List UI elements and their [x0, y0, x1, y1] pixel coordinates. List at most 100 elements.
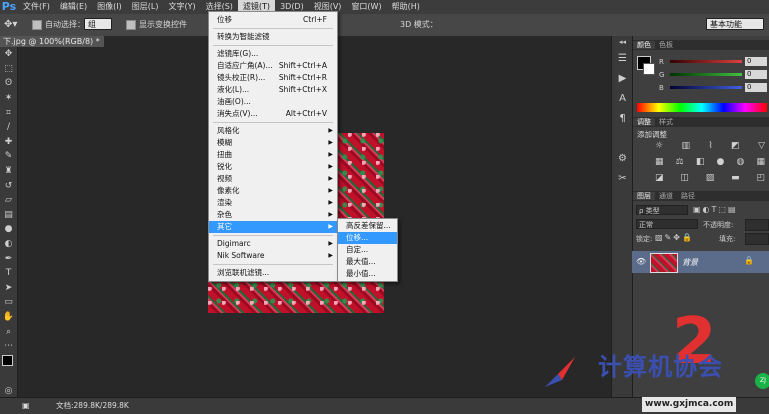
filter-menu-item[interactable]: 像素化 ▶ [209, 185, 337, 197]
color-balance-icon[interactable]: ⚖ [676, 157, 684, 167]
filter-menu-item[interactable]: 视频 ▶ [209, 173, 337, 185]
history-icon[interactable]: ☰ [612, 48, 633, 68]
hand-icon[interactable]: ✋ [0, 310, 17, 325]
color-spectrum[interactable] [637, 103, 767, 112]
pen-icon[interactable]: ✒ [0, 251, 17, 266]
filter-menu-item[interactable]: 油画(O)... [209, 96, 337, 108]
value-r[interactable]: 0 [745, 57, 767, 66]
mixer-icon[interactable]: ◍ [736, 157, 744, 167]
quick-mask-icon[interactable]: ◎ [0, 383, 17, 398]
filter-menu-item[interactable]: 位移 Ctrl+F [209, 14, 337, 26]
filter-menu-item[interactable]: Nik Software ▶ [209, 250, 337, 262]
lookup-icon[interactable]: ▦ [756, 157, 765, 167]
filter-menu-item[interactable]: 滤镜库(G)... [209, 48, 337, 60]
submenu-item[interactable]: 最小值... [338, 268, 397, 280]
filter-menu-item[interactable]: 液化(L)... Shift+Ctrl+X [209, 84, 337, 96]
menu-type[interactable]: 文字(Y) [163, 0, 200, 14]
hue-sat-icon[interactable]: ▦ [655, 157, 664, 167]
filter-menu-item[interactable]: 渲染 ▶ [209, 197, 337, 209]
auto-select-dropdown[interactable]: 组 [84, 18, 112, 30]
slider-b-track[interactable] [670, 86, 742, 89]
menu-window[interactable]: 窗口(W) [346, 0, 386, 14]
tab-adjustments[interactable]: 调整 [633, 118, 655, 126]
filter-menu-item[interactable]: 浏览联机滤镜... [209, 267, 337, 279]
photo-filter-icon[interactable]: ● [716, 157, 724, 167]
opacity-input[interactable] [745, 219, 769, 231]
slider-r[interactable]: R 0 [633, 57, 769, 67]
curves-icon[interactable]: ⌇ [708, 141, 712, 151]
properties-icon[interactable]: ⚙ [612, 148, 633, 168]
lock-icons[interactable]: ▨✎✥🔒 [655, 233, 694, 242]
type-icon[interactable]: T [0, 266, 17, 281]
slider-b[interactable]: B 0 [633, 83, 769, 93]
filter-menu-item[interactable]: 杂色 ▶ [209, 209, 337, 221]
actions-icon[interactable]: ▶ [612, 68, 633, 88]
menu-help[interactable]: 帮助(H) [387, 0, 425, 14]
menu-edit[interactable]: 编辑(E) [55, 0, 92, 14]
auto-select-checkbox[interactable]: 自动选择： [32, 18, 85, 31]
marquee-icon[interactable]: ⬚ [0, 62, 17, 77]
filter-menu-item[interactable]: 消失点(V)... Alt+Ctrl+V [209, 108, 337, 120]
collapse-icon[interactable]: ◂◂ [612, 36, 633, 48]
dodge-icon[interactable]: ◐ [0, 237, 17, 252]
brush-icon[interactable]: ✎ [0, 149, 17, 164]
layer-kind-filter[interactable]: ρ 类型 [636, 205, 688, 215]
tab-channels[interactable]: 通道 [655, 192, 677, 200]
tab-color[interactable]: 颜色 [633, 41, 655, 49]
zoom-icon[interactable]: ⌕ [0, 324, 17, 339]
move-icon[interactable]: ✥ [0, 47, 17, 62]
workspace-dropdown[interactable]: 基本功能 [706, 18, 764, 30]
slider-g-track[interactable] [670, 73, 742, 76]
path-select-icon[interactable]: ➤ [0, 281, 17, 296]
slider-r-track[interactable] [670, 60, 742, 63]
gradient-map-icon[interactable]: ▬ [731, 173, 740, 183]
tab-styles[interactable]: 样式 [655, 118, 677, 126]
foreground-color-icon[interactable] [2, 355, 13, 367]
filter-menu-item[interactable]: 其它 ▶ [209, 221, 337, 233]
tab-layers[interactable]: 图层 [633, 192, 655, 200]
fill-input[interactable] [745, 233, 769, 245]
show-transform-checkbox[interactable]: 显示变换控件 [126, 18, 187, 31]
value-b[interactable]: 0 [745, 83, 767, 92]
filter-menu-item[interactable]: Digimarc ▶ [209, 238, 337, 250]
tab-swatches[interactable]: 色板 [655, 41, 677, 49]
bw-icon[interactable]: ◧ [696, 157, 705, 167]
filter-menu-item[interactable]: 转换为智能滤镜 [209, 31, 337, 43]
filter-menu-item[interactable]: 自适应广角(A)... Shift+Ctrl+A [209, 60, 337, 72]
selective-color-icon[interactable]: ◰ [756, 173, 765, 183]
layer-name[interactable]: 背景 [682, 257, 698, 268]
tools-preset-icon[interactable]: ✂ [612, 168, 633, 188]
more-tools-icon[interactable]: ⋯ [0, 339, 17, 354]
blend-mode-dropdown[interactable]: 正常 [636, 219, 698, 229]
eraser-icon[interactable]: ▱ [0, 193, 17, 208]
character-icon[interactable]: A [612, 88, 633, 108]
value-g[interactable]: 0 [745, 70, 767, 79]
move-tool-icon[interactable]: ✥▾ [4, 18, 17, 31]
levels-icon[interactable]: ▥ [681, 141, 690, 151]
history-brush-icon[interactable]: ↺ [0, 178, 17, 193]
posterize-icon[interactable]: ◫ [680, 173, 689, 183]
status-menu-icon[interactable]: ▣ [22, 398, 30, 414]
menu-layer[interactable]: 图层(L) [127, 0, 164, 14]
submenu-item[interactable]: 位移... [338, 232, 397, 244]
threshold-icon[interactable]: ▨ [706, 173, 715, 183]
menu-image[interactable]: 图像(I) [92, 0, 127, 14]
submenu-item[interactable]: 最大值... [338, 256, 397, 268]
layer-filter-icons[interactable]: ▣◐T⬚▤ [693, 205, 738, 214]
stamp-icon[interactable]: ♜ [0, 164, 17, 179]
filter-menu-item[interactable]: 模糊 ▶ [209, 137, 337, 149]
blur-icon[interactable]: ● [0, 222, 17, 237]
layer-row[interactable]: 👁 背景 🔒 [632, 251, 769, 273]
gradient-icon[interactable]: ▤ [0, 208, 17, 223]
healing-icon[interactable]: ✚ [0, 135, 17, 150]
vibrance-icon[interactable]: ▽ [758, 141, 765, 151]
filter-menu-item[interactable]: 扭曲 ▶ [209, 149, 337, 161]
shape-icon[interactable]: ▭ [0, 295, 17, 310]
paragraph-icon[interactable]: ¶ [612, 108, 633, 128]
document-tab[interactable]: 下.jpg @ 100%(RGB/8) * [0, 36, 104, 47]
crop-icon[interactable]: ⌗ [0, 105, 17, 120]
filter-menu-item[interactable]: 锐化 ▶ [209, 161, 337, 173]
color-swatches[interactable] [0, 353, 17, 383]
visibility-eye-icon[interactable]: 👁 [636, 257, 646, 266]
tab-paths[interactable]: 路径 [677, 192, 699, 200]
